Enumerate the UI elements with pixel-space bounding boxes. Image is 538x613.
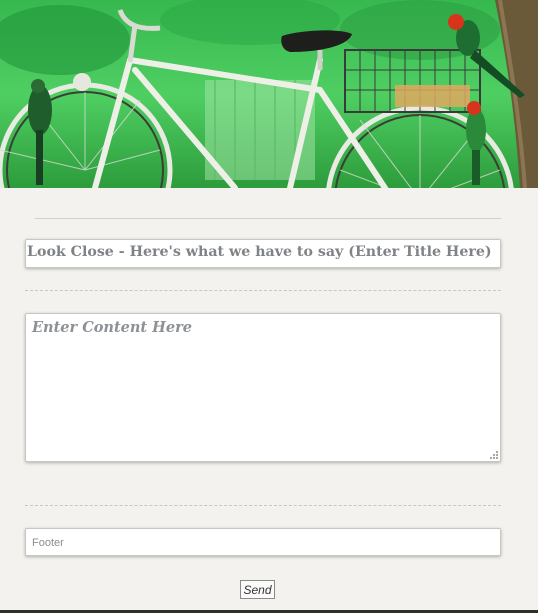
content-textarea[interactable]: Enter Content Here [25,313,501,462]
title-input[interactable]: Look Close - Here's what we have to say … [25,239,501,268]
dashed-divider [25,505,501,506]
title-placeholder: Look Close - Here's what we have to say … [27,244,492,260]
footer-input[interactable]: Footer [25,528,501,556]
top-divider [35,218,501,219]
dashed-divider [25,290,501,291]
content-placeholder: Enter Content Here [32,319,192,336]
resize-grip-icon[interactable] [489,450,498,459]
send-button[interactable]: Send [240,580,275,599]
footer-placeholder: Footer [32,537,64,549]
header-banner-image [0,0,538,188]
